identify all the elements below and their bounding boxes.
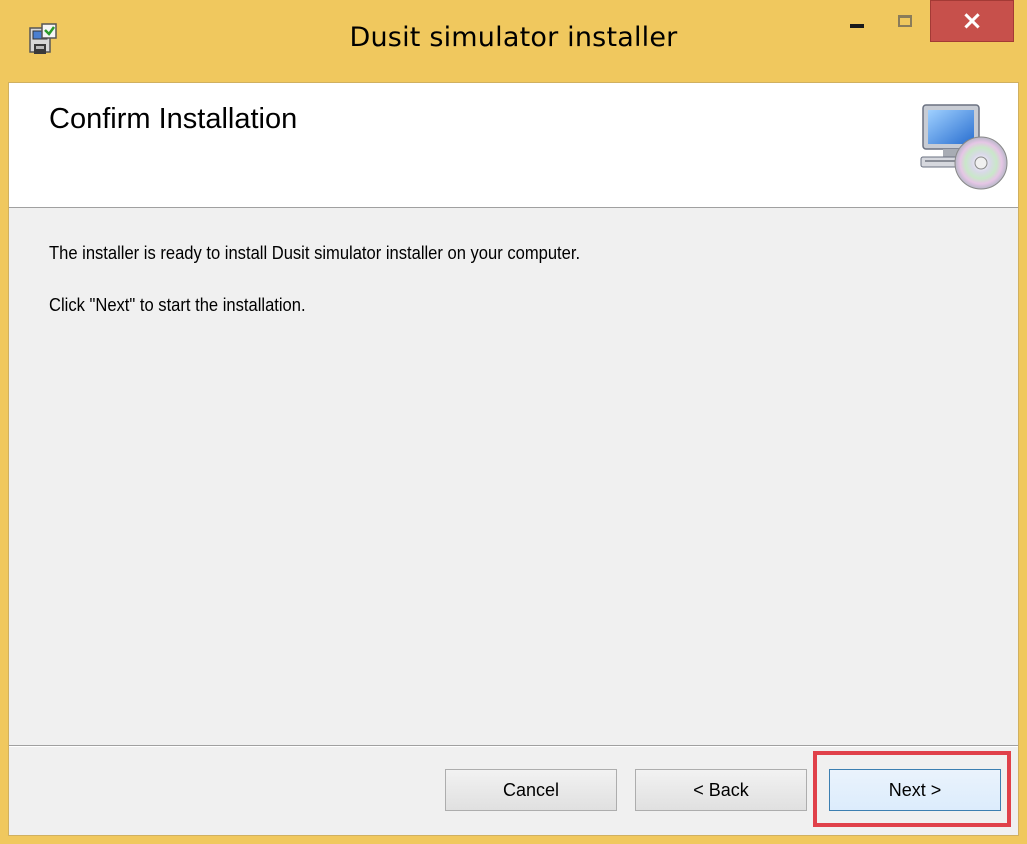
next-button[interactable]: Next > (829, 769, 1001, 811)
footer-divider (9, 745, 1018, 747)
installer-window: Dusit simulator installer × Confirm Inst… (0, 0, 1027, 844)
dialog-client-area: Confirm Installation The installer is re… (8, 82, 1019, 836)
minimize-icon (850, 24, 864, 28)
title-bar[interactable]: Dusit simulator installer × (0, 0, 1027, 82)
header-banner: Confirm Installation (9, 83, 1018, 208)
minimize-button[interactable] (834, 0, 880, 42)
cancel-button[interactable]: Cancel (445, 769, 617, 811)
close-icon: × (961, 6, 983, 36)
maximize-button[interactable] (880, 0, 930, 42)
back-button[interactable]: < Back (635, 769, 807, 811)
close-button[interactable]: × (930, 0, 1014, 42)
page-title: Confirm Installation (49, 103, 298, 135)
computer-cd-icon (920, 104, 1008, 190)
ready-message: The installer is ready to install Dusit … (49, 243, 581, 263)
instruction-message: Click "Next" to start the installation. (49, 295, 306, 315)
maximize-icon (898, 15, 912, 27)
